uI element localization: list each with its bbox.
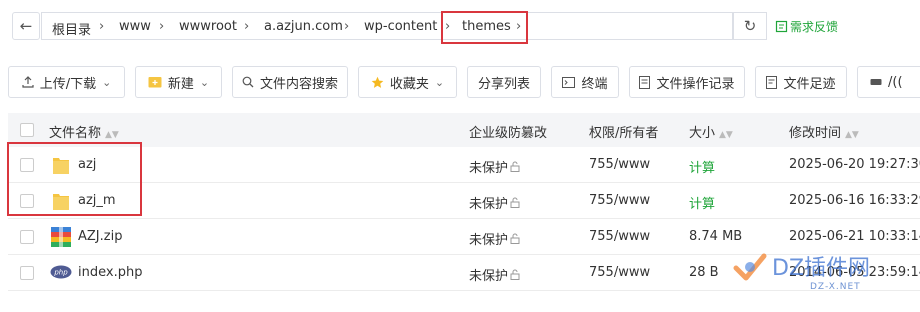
breadcrumb-item-site[interactable]: a.azjun.com [264,19,343,34]
chevron-right-icon: › [344,19,350,34]
chevron-down-icon: ⌄ [434,75,445,89]
permission[interactable]: 755/www [589,265,650,280]
file-size: 8.74 MB [689,229,743,244]
watermark-logo-icon [732,250,768,288]
table-row[interactable]: azj 未保护 755/www 计算 2025-06-20 19:27:30 [8,147,920,183]
column-header-size-label: 大小 [689,126,716,141]
svg-text:php: php [53,269,68,277]
watermark-brand: DZ插件网 [772,256,871,281]
highlight-box-folders [7,142,142,216]
unlock-icon [510,233,520,248]
protect-status[interactable]: 未保护 [469,265,520,284]
breadcrumb-item-wwwroot[interactable]: wwwroot [179,19,237,34]
php-file-icon: php [50,265,72,279]
protect-status[interactable]: 未保护 [469,193,520,212]
terminal-label: 终端 [581,76,608,92]
zip-archive-icon [51,227,71,247]
share-list-label: 分享列表 [477,76,530,92]
arrow-left-icon: ← [19,17,33,35]
size-calc-link[interactable]: 计算 [689,193,715,212]
modified-time: 2025-06-20 19:27:30 [789,157,920,172]
toolbar: 上传/下载 ⌄ 新建 ⌄ 文件内容搜索 收藏夹 ⌄ 分享列表 终端 文件操作记录 [0,66,920,100]
row-checkbox[interactable] [20,266,34,280]
size-calc-link[interactable]: 计算 [689,157,715,176]
search-content-button[interactable]: 文件内容搜索 [232,66,348,98]
file-name[interactable]: index.php [78,265,142,280]
new-button[interactable]: 新建 ⌄ [135,66,222,98]
breadcrumb-item-wp-content[interactable]: wp-content [364,19,437,34]
breadcrumb-item-root[interactable]: 根目录 [52,19,91,38]
breadcrumb-item-www[interactable]: www [119,19,151,34]
column-header-protect: 企业级防篡改 [469,126,548,141]
modified-time: 2025-06-21 10:33:14 [789,229,920,244]
column-header-perm: 权限/所有者 [589,126,659,141]
file-name[interactable]: AZJ.zip [78,229,122,244]
file-trace-label: 文件足迹 [783,76,836,92]
favorites-button[interactable]: 收藏夹 ⌄ [358,66,457,98]
chevron-down-icon: ⌄ [199,75,210,89]
search-content-label: 文件内容搜索 [259,76,338,92]
highlight-box-themes [441,11,528,44]
protect-status-label: 未保护 [469,233,509,248]
share-list-button[interactable]: 分享列表 [467,66,541,98]
chevron-down-icon: ⌄ [102,75,112,89]
sort-icon[interactable]: ▲▼ [845,130,859,140]
refresh-button[interactable]: ↻ [733,12,767,40]
upload-download-button[interactable]: 上传/下载 ⌄ [8,66,125,98]
row-checkbox[interactable] [20,230,34,244]
watermark-url: DZ-X.NET [810,282,861,292]
disk-label: /(( [888,74,903,90]
chevron-right-icon: › [244,19,250,34]
breadcrumb: 根目录 › www › wwwroot › a.azjun.com › wp-c… [41,12,733,40]
file-trace-button[interactable]: 文件足迹 [755,66,847,98]
file-log-button[interactable]: 文件操作记录 [629,66,745,98]
upload-download-label: 上传/下载 [39,76,97,92]
protect-status[interactable]: 未保护 [469,229,520,248]
address-bar: ← 根目录 › www › wwwroot › a.azjun.com › wp… [0,0,920,52]
back-button[interactable]: ← [12,12,40,40]
favorites-label: 收藏夹 [389,76,429,92]
feedback-label: 需求反馈 [790,20,839,34]
refresh-icon: ↻ [743,17,757,35]
sort-icon[interactable]: ▲▼ [105,130,119,140]
document-icon [639,75,651,89]
footprint-icon [766,75,778,89]
disk-button[interactable]: /(( [857,66,920,98]
search-icon [242,76,254,88]
disk-icon [870,77,882,87]
unlock-icon [510,197,520,212]
new-label: 新建 [167,76,194,92]
permission[interactable]: 755/www [589,229,650,244]
new-folder-icon [148,76,162,88]
feedback-icon [775,20,788,33]
column-header-name-label: 文件名称 [49,126,102,141]
watermark: DZ插件网 DZ-X.NET [720,244,920,304]
chevron-right-icon: › [159,19,165,34]
chevron-right-icon: › [99,19,105,34]
feedback-link[interactable]: 需求反馈 [775,18,838,35]
star-icon [371,76,384,89]
column-header-size[interactable]: 大小 ▲▼ [689,122,733,141]
protect-status-label: 未保护 [469,269,509,284]
file-log-label: 文件操作记录 [656,76,735,92]
unlock-icon [510,161,520,176]
protect-status-label: 未保护 [469,161,509,176]
file-size: 28 B [689,265,719,280]
protect-status-label: 未保护 [469,197,509,212]
protect-status[interactable]: 未保护 [469,157,520,176]
column-header-name[interactable]: 文件名称 ▲▼ [49,122,119,141]
terminal-button[interactable]: 终端 [551,66,619,98]
table-header: 文件名称 ▲▼ 企业级防篡改 权限/所有者 大小 ▲▼ 修改时间 ▲▼ [8,113,920,147]
sort-icon[interactable]: ▲▼ [719,130,733,140]
permission[interactable]: 755/www [589,193,650,208]
column-header-mtime[interactable]: 修改时间 ▲▼ [789,122,859,141]
upload-icon [22,76,34,88]
column-header-mtime-label: 修改时间 [789,126,842,141]
terminal-icon [562,76,576,88]
permission[interactable]: 755/www [589,157,650,172]
table-row[interactable]: azj_m 未保护 755/www 计算 2025-06-16 16:33:29 [8,183,920,219]
modified-time: 2025-06-16 16:33:29 [789,193,920,208]
unlock-icon [510,269,520,284]
select-all-checkbox[interactable] [20,123,34,137]
